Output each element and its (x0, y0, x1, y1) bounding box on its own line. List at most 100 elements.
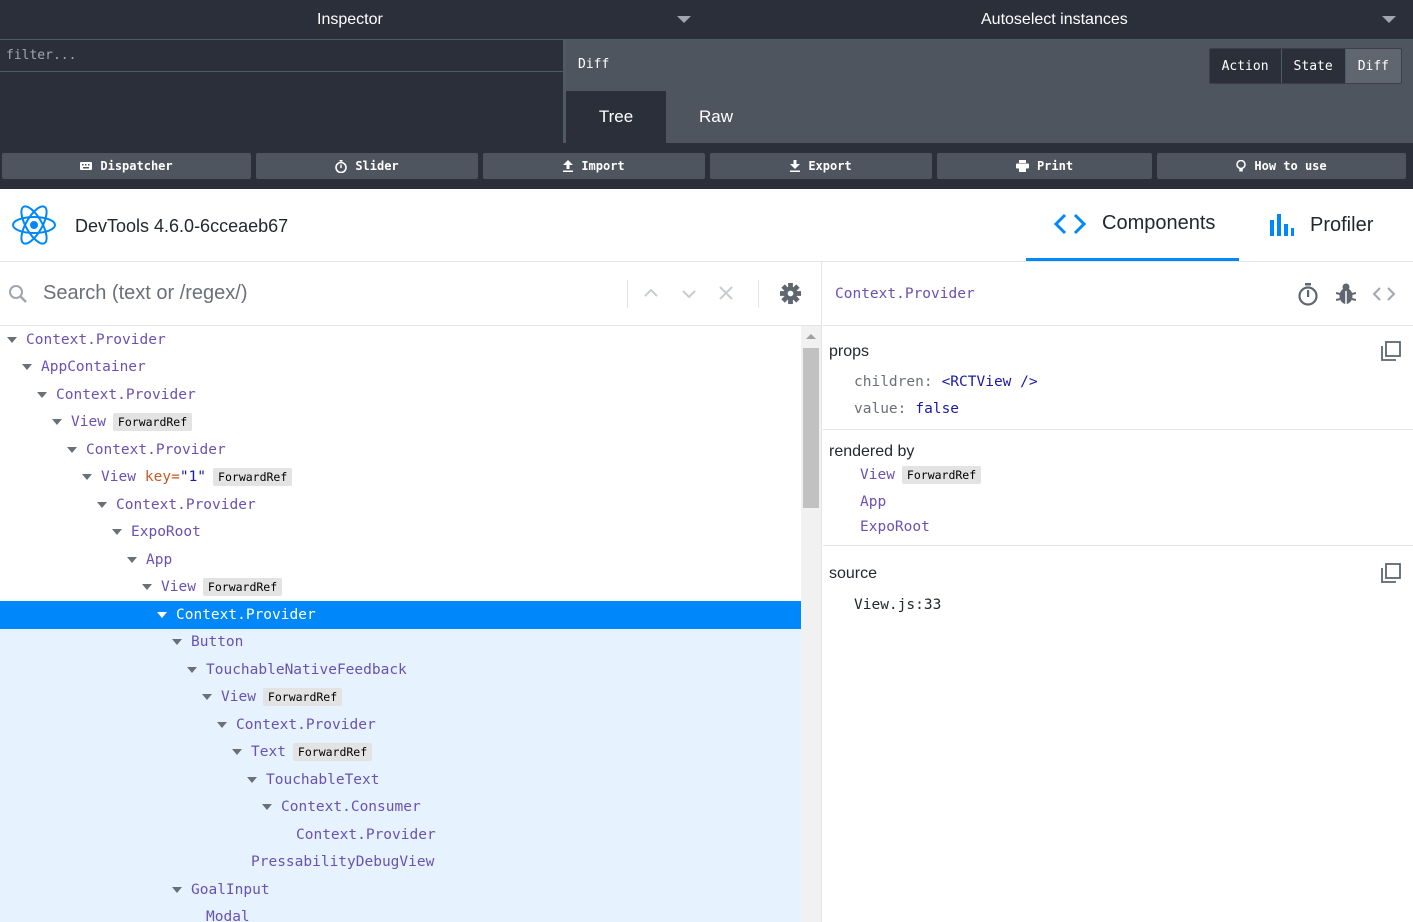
search-input[interactable]: Search (text or /regex/) (43, 282, 248, 305)
component-name: Modal (206, 909, 250, 922)
chevron-down-icon[interactable] (681, 289, 697, 299)
component-name: Context.Provider (86, 441, 226, 458)
search-bar: Search (text or /regex/) (0, 262, 822, 326)
tab-diff[interactable]: Diff (1345, 49, 1401, 83)
expand-toggle-icon[interactable] (172, 639, 182, 646)
monitor-select[interactable]: Inspector (0, 0, 703, 40)
tree-row[interactable]: View key= "1" ForwardRef (0, 464, 801, 492)
react-devtools-header: DevTools 4.6.0-6cceaeb67 Components Prof… (0, 189, 1413, 262)
expand-toggle-icon[interactable] (172, 886, 182, 893)
dispatcher-label: Dispatcher (100, 159, 173, 173)
view-source-icon[interactable] (1373, 286, 1395, 302)
tree-row[interactable]: View ForwardRef (0, 574, 801, 602)
action-filter-input[interactable]: filter... (0, 40, 563, 72)
props-section: props children: <RCTView /> value: false (823, 326, 1413, 430)
keyboard-icon (80, 162, 93, 170)
prop-row[interactable]: value: false (854, 401, 959, 417)
tree-row[interactable]: Context.Provider (0, 491, 801, 519)
tab-state[interactable]: State (1281, 49, 1346, 83)
how-to-use-button[interactable]: How to use (1157, 153, 1406, 179)
divider (758, 280, 759, 308)
tree-row[interactable]: AppContainer (0, 354, 801, 382)
owner-item[interactable]: App (860, 494, 886, 510)
tree-row[interactable]: Context.Provider (0, 821, 801, 849)
tab-profiler[interactable]: Profiler (1239, 189, 1413, 261)
tab-action[interactable]: Action (1209, 49, 1282, 83)
stopwatch-icon[interactable] (1297, 282, 1319, 306)
tree-row[interactable]: Modal (0, 903, 801, 922)
expand-toggle-icon[interactable] (37, 391, 47, 398)
expand-toggle-icon[interactable] (52, 419, 62, 426)
bar-chart-icon (1270, 214, 1294, 236)
expand-toggle-icon[interactable] (67, 446, 77, 453)
expand-toggle-icon[interactable] (82, 474, 92, 481)
tree-row[interactable]: TouchableNativeFeedback (0, 656, 801, 684)
expand-toggle-icon[interactable] (112, 529, 122, 536)
expand-toggle-icon[interactable] (262, 804, 272, 811)
scrollbar[interactable] (801, 326, 821, 922)
close-icon[interactable] (718, 285, 734, 301)
source-location[interactable]: View.js:33 (854, 597, 941, 613)
copy-icon[interactable] (1381, 563, 1401, 583)
toolbar: Dispatcher Slider Import Export Print Ho… (0, 143, 1413, 189)
import-button[interactable]: Import (483, 153, 705, 179)
expand-toggle-icon[interactable] (97, 501, 107, 508)
component-name: TouchableNativeFeedback (206, 661, 407, 678)
scrollbar-thumb[interactable] (803, 348, 819, 508)
owner-item[interactable]: View ForwardRef (860, 466, 982, 484)
stopwatch-icon (335, 159, 348, 173)
tab-components[interactable]: Components (1026, 189, 1239, 261)
expand-toggle-icon[interactable] (127, 556, 137, 563)
tree-row[interactable]: ExpoRoot (0, 519, 801, 547)
tree-row[interactable]: Text ForwardRef (0, 738, 801, 766)
copy-icon[interactable] (1381, 341, 1401, 361)
prop-row[interactable]: children: <RCTView /> (854, 374, 1038, 390)
component-badge: ForwardRef (262, 688, 343, 707)
scroll-up-arrow[interactable] (806, 334, 816, 339)
expand-toggle-icon[interactable] (187, 666, 197, 673)
print-button[interactable]: Print (937, 153, 1152, 179)
tree-row[interactable]: Button (0, 628, 801, 656)
tree-row[interactable]: View ForwardRef (0, 409, 801, 437)
bug-icon[interactable] (1336, 283, 1356, 305)
export-button[interactable]: Export (710, 153, 932, 179)
tree-row[interactable]: Context.Provider (0, 326, 801, 354)
monitor-bar: Inspector Autoselect instances (0, 0, 1413, 40)
owner-name: View (860, 467, 895, 483)
tree-row[interactable]: Context.Provider (0, 601, 801, 629)
gear-icon[interactable] (779, 282, 802, 305)
expand-toggle-icon[interactable] (247, 776, 257, 783)
component-name: Context.Provider (116, 496, 256, 513)
dispatcher-button[interactable]: Dispatcher (2, 153, 251, 179)
tree-row[interactable]: Context.Provider (0, 381, 801, 409)
tree-row[interactable]: PressabilityDebugView (0, 848, 801, 876)
expand-toggle-icon[interactable] (7, 336, 17, 343)
slider-button[interactable]: Slider (256, 153, 478, 179)
tree-row[interactable]: App (0, 546, 801, 574)
component-name: Context.Provider (176, 606, 316, 623)
expand-toggle-icon[interactable] (157, 611, 167, 618)
expand-toggle-icon[interactable] (217, 721, 227, 728)
chevron-down-icon (1382, 16, 1396, 23)
tree-row[interactable]: GoalInput (0, 876, 801, 904)
tree-row[interactable]: Context.Consumer (0, 793, 801, 821)
tree-row[interactable]: View ForwardRef (0, 683, 801, 711)
owner-item[interactable]: ExpoRoot (860, 519, 930, 535)
expand-toggle-icon[interactable] (22, 364, 32, 371)
expand-toggle-icon[interactable] (232, 749, 242, 756)
inspector-title: Diff (578, 57, 610, 72)
tree-row[interactable]: Context.Provider (0, 711, 801, 739)
expand-toggle-icon[interactable] (202, 694, 212, 701)
print-label: Print (1036, 159, 1074, 173)
tree-row[interactable]: TouchableText (0, 766, 801, 794)
prop-value[interactable]: false (915, 401, 959, 417)
tab-raw[interactable]: Raw (666, 91, 766, 143)
expand-toggle-icon[interactable] (142, 584, 152, 591)
chevron-up-icon[interactable] (643, 288, 659, 298)
component-name: Context.Provider (26, 331, 166, 348)
tab-tree[interactable]: Tree (566, 91, 666, 143)
instance-select[interactable]: Autoselect instances (703, 0, 1413, 40)
printer-icon (1015, 160, 1029, 172)
tree-row[interactable]: Context.Provider (0, 436, 801, 464)
rendered-by-section: rendered by View ForwardRef App ExpoRoot (823, 430, 1413, 546)
